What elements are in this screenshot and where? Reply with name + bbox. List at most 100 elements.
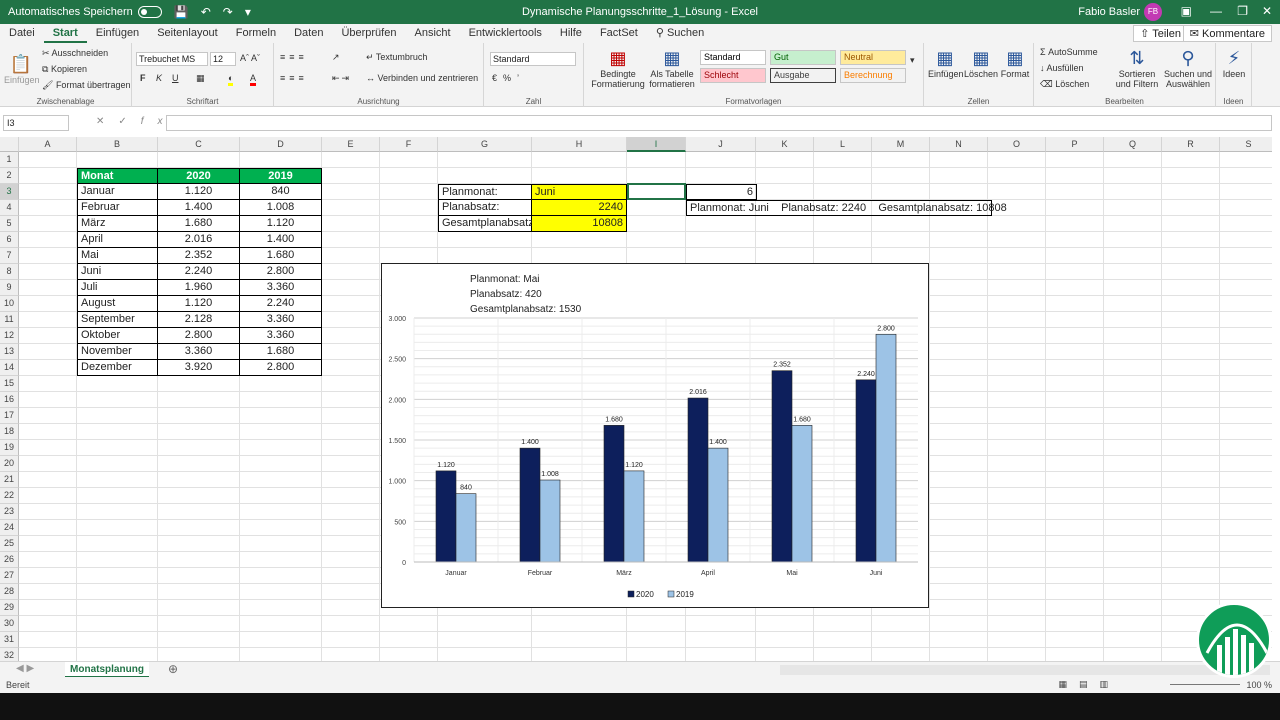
format-cells-button[interactable]: ▦ Format xyxy=(998,47,1032,79)
tab-ueberpruefen[interactable]: Überprüfen xyxy=(332,24,405,43)
column-header-k[interactable]: K xyxy=(756,137,814,152)
column-header-h[interactable]: H xyxy=(532,137,627,152)
table-cell[interactable]: 2.800 xyxy=(240,264,322,280)
style-standard[interactable]: Standard xyxy=(700,50,766,65)
vertical-align-icons[interactable]: ≡≡≡ xyxy=(280,52,308,62)
formula-input[interactable] xyxy=(166,115,1272,131)
zoom-slider[interactable] xyxy=(1170,684,1240,685)
table-cell[interactable]: 840 xyxy=(240,184,322,200)
selected-cell-i3[interactable] xyxy=(627,183,686,200)
table-cell[interactable]: Juli xyxy=(77,280,158,296)
style-neutral[interactable]: Neutral xyxy=(840,50,906,65)
table-cell[interactable]: 3.360 xyxy=(240,328,322,344)
row-header-15[interactable]: 15 xyxy=(0,376,19,392)
plan-label-cell[interactable]: Gesamtplanabsatz: xyxy=(438,216,537,232)
orientation-icon[interactable]: ↗ xyxy=(332,52,340,63)
cut-button[interactable]: ✂ Ausschneiden xyxy=(42,48,108,59)
row-header-21[interactable]: 21 xyxy=(0,472,19,488)
bar-chart[interactable]: Planmonat: Mai Planabsatz: 420 Gesamtplana… xyxy=(381,263,929,608)
table-cell[interactable]: Juni xyxy=(77,264,158,280)
table-header-cell[interactable]: 2020 xyxy=(158,168,240,184)
autosave-toggle[interactable] xyxy=(137,6,162,18)
format-painter-button[interactable]: 🖌 Format übertragen xyxy=(42,80,130,91)
tab-formeln[interactable]: Formeln xyxy=(227,24,285,43)
row-header-5[interactable]: 5 xyxy=(0,216,19,232)
format-as-table-button[interactable]: ▦ Als Tabelle formatieren xyxy=(646,47,698,89)
table-cell[interactable]: 2.800 xyxy=(158,328,240,344)
row-header-8[interactable]: 8 xyxy=(0,264,19,280)
table-cell[interactable]: November xyxy=(77,344,158,360)
horizontal-scrollbar[interactable] xyxy=(780,665,1270,675)
row-header-3[interactable]: 3 xyxy=(0,184,19,200)
style-ausgabe[interactable]: Ausgabe xyxy=(770,68,836,83)
row-header-32[interactable]: 32 xyxy=(0,648,19,661)
borders-icon[interactable]: ▦ xyxy=(196,73,205,84)
tab-seitenlayout[interactable]: Seitenlayout xyxy=(148,24,227,43)
table-cell[interactable]: 1.400 xyxy=(158,200,240,216)
paste-button[interactable]: 📋 Einfügen xyxy=(4,53,40,85)
row-header-25[interactable]: 25 xyxy=(0,536,19,552)
tab-hilfe[interactable]: Hilfe xyxy=(551,24,591,43)
table-cell[interactable]: 1.120 xyxy=(158,184,240,200)
find-select-button[interactable]: ⚲ Suchen und Auswählen xyxy=(1162,47,1214,89)
row-header-12[interactable]: 12 xyxy=(0,328,19,344)
indent-icons[interactable]: ⇤⇥ xyxy=(332,73,351,84)
table-cell[interactable]: 1.400 xyxy=(240,232,322,248)
column-header-r[interactable]: R xyxy=(1162,137,1220,152)
column-header-l[interactable]: L xyxy=(814,137,872,152)
row-header-13[interactable]: 13 xyxy=(0,344,19,360)
row-header-24[interactable]: 24 xyxy=(0,520,19,536)
autosum-button[interactable]: Σ AutoSumme xyxy=(1040,47,1098,57)
table-cell[interactable]: 1.008 xyxy=(240,200,322,216)
table-cell[interactable]: 1.680 xyxy=(240,344,322,360)
row-header-9[interactable]: 9 xyxy=(0,280,19,296)
row-header-16[interactable]: 16 xyxy=(0,392,19,408)
row-header-18[interactable]: 18 xyxy=(0,424,19,440)
column-header-j[interactable]: J xyxy=(686,137,756,152)
row-header-17[interactable]: 17 xyxy=(0,408,19,424)
style-berechnung[interactable]: Berechnung xyxy=(840,68,906,83)
table-cell[interactable]: März xyxy=(77,216,158,232)
minimize-icon[interactable]: — xyxy=(1210,4,1222,18)
row-header-4[interactable]: 4 xyxy=(0,200,19,216)
table-cell[interactable]: Mai xyxy=(77,248,158,264)
save-icon[interactable]: 💾 xyxy=(174,5,189,19)
column-header-s[interactable]: S xyxy=(1220,137,1272,152)
sort-filter-button[interactable]: ⇅ Sortieren und Filtern xyxy=(1112,47,1162,89)
formula-buttons[interactable]: ✕✓fx xyxy=(96,116,177,127)
table-cell[interactable]: Dezember xyxy=(77,360,158,376)
delete-cells-button[interactable]: ▦ Löschen xyxy=(964,47,998,79)
column-header-d[interactable]: D xyxy=(240,137,322,152)
table-cell[interactable]: Januar xyxy=(77,184,158,200)
table-cell[interactable]: 2.352 xyxy=(158,248,240,264)
row-header-11[interactable]: 11 xyxy=(0,312,19,328)
column-header-n[interactable]: N xyxy=(930,137,988,152)
tab-einfuegen[interactable]: Einfügen xyxy=(87,24,148,43)
underline-button[interactable]: U xyxy=(172,73,179,83)
row-header-2[interactable]: 2 xyxy=(0,168,19,184)
fill-button[interactable]: ↓ Ausfüllen xyxy=(1040,63,1084,73)
style-schlecht[interactable]: Schlecht xyxy=(700,68,766,83)
ribbon-display-icon[interactable]: ▣ xyxy=(1181,4,1192,18)
summary-text-cell[interactable]: Planmonat: Juni Planabsatz: 2240 Gesamtp… xyxy=(686,200,1007,216)
plan-value-cell[interactable]: 10808 xyxy=(532,216,627,232)
row-header-22[interactable]: 22 xyxy=(0,488,19,504)
table-cell[interactable]: 1.120 xyxy=(240,216,322,232)
close-icon[interactable]: ✕ xyxy=(1262,4,1272,18)
table-cell[interactable]: 2.016 xyxy=(158,232,240,248)
undo-icon[interactable]: ↶ xyxy=(201,5,211,19)
plan-label-cell[interactable]: Planmonat: xyxy=(438,184,532,200)
row-header-1[interactable]: 1 xyxy=(0,152,19,168)
table-cell[interactable]: Februar xyxy=(77,200,158,216)
copy-button[interactable]: ⧉ Kopieren xyxy=(42,64,87,75)
column-header-c[interactable]: C xyxy=(158,137,240,152)
row-header-19[interactable]: 19 xyxy=(0,440,19,456)
restore-icon[interactable]: ❐ xyxy=(1237,4,1248,18)
month-index-cell[interactable]: 6 xyxy=(686,184,757,200)
column-header-b[interactable]: B xyxy=(77,137,158,152)
redo-icon[interactable]: ↷ xyxy=(223,5,233,19)
conditional-formatting-button[interactable]: ▦ Bedingte Formatierung xyxy=(590,47,646,89)
row-header-14[interactable]: 14 xyxy=(0,360,19,376)
name-box[interactable]: I3 xyxy=(3,115,69,131)
tab-start[interactable]: Start xyxy=(43,24,87,43)
